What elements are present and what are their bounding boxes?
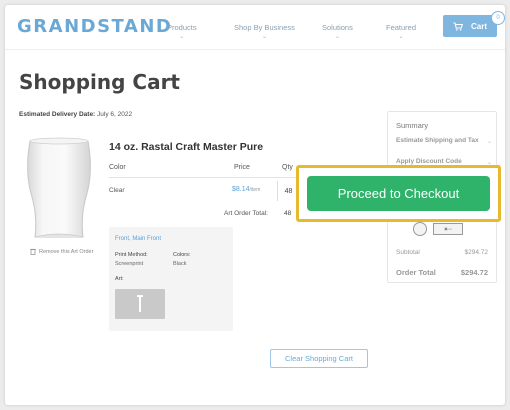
print-method-label: Print Method: [115,252,148,258]
colors-label: Colors: [173,252,191,258]
chevron-down-icon: ⌄ [398,34,404,40]
page-frame: GRANDSTAND Products ⌄ Shop By Business ⌄… [5,5,505,405]
nav-label: Featured [386,23,417,32]
nav-label: Solutions [322,23,353,32]
chevron-down-icon: ⌄ [486,139,492,145]
delivery-date: July 6, 2022 [97,111,133,118]
cart-icon [453,21,463,31]
print-method-value: Screenprint [115,261,144,267]
summary-title: Summary [396,121,429,130]
trust-badges: ▣ ▭ [413,222,463,236]
chevron-down-icon: ⌄ [179,34,185,40]
site-header: GRANDSTAND Products ⌄ Shop By Business ⌄… [5,5,505,50]
print-location-link[interactable]: Front, Main Front [115,236,161,242]
nav-label: Products [167,23,197,32]
estimate-shipping-toggle[interactable]: Estimate Shipping and Tax ⌄ [396,137,492,145]
seal-badge-icon [413,222,427,236]
column-header-color: Color [109,164,126,171]
art-thumbnail[interactable] [115,289,165,319]
trash-icon [30,248,36,255]
subtotal-value: $294.72 [464,249,489,256]
checkout-highlight: Proceed to Checkout [296,165,501,222]
discount-code-toggle[interactable]: Apply Discount Code ⌄ [396,158,492,166]
brand-logo[interactable]: GRANDSTAND [17,16,172,37]
cart-button[interactable]: Cart [443,15,497,37]
column-header-price: Price [234,164,250,171]
remove-label: Remove this Art Order [39,248,94,255]
nav-featured[interactable]: Featured ⌄ [386,23,416,40]
cart-count-badge: 0 [491,11,505,25]
colors-value: Black [173,261,187,267]
table-divider [109,177,299,178]
order-total-label: Order Total [396,268,436,277]
art-order-total-label: Art Order Total: [224,210,268,217]
page-title: Shopping Cart [19,70,180,94]
art-details-panel: Front, Main Front Print Method: Screenpr… [109,227,233,331]
chevron-down-icon: ⌄ [334,34,340,40]
artwork-glyph-icon [137,295,143,312]
order-total-value: $294.72 [460,268,488,277]
art-order-total-qty: 48 [284,210,292,217]
art-label: Art: [115,276,124,282]
cart-label: Cart [470,21,487,31]
item-price: $8.14/item [232,186,260,193]
delivery-estimate: Estimated Delivery Date: July 6, 2022 [19,111,132,118]
column-header-qty: Qty [282,164,293,171]
nav-products[interactable]: Products ⌄ [167,23,197,40]
clear-shopping-cart-button[interactable]: Clear Shopping Cart [270,349,368,368]
product-title[interactable]: 14 oz. Rastal Craft Master Pure [109,141,263,153]
nav-solutions[interactable]: Solutions ⌄ [322,23,353,40]
subtotal-label: Subtotal [396,249,420,256]
price-value: $8.14 [232,186,250,193]
price-unit: /item [249,187,261,193]
discount-code-label: Apply Discount Code [396,158,462,165]
chevron-down-icon: ⌄ [261,34,267,40]
delivery-label: Estimated Delivery Date: [19,111,96,118]
item-color: Clear [109,187,125,194]
accredited-business-badge-icon: ▣ ▭ [433,223,463,235]
product-image[interactable] [23,137,95,241]
nav-shop-by-business[interactable]: Shop By Business ⌄ [234,23,295,40]
estimate-shipping-label: Estimate Shipping and Tax [396,137,479,144]
nav-label: Shop By Business [234,23,295,32]
proceed-to-checkout-button[interactable]: Proceed to Checkout [307,176,490,211]
remove-art-order-link[interactable]: Remove this Art Order [30,248,93,255]
